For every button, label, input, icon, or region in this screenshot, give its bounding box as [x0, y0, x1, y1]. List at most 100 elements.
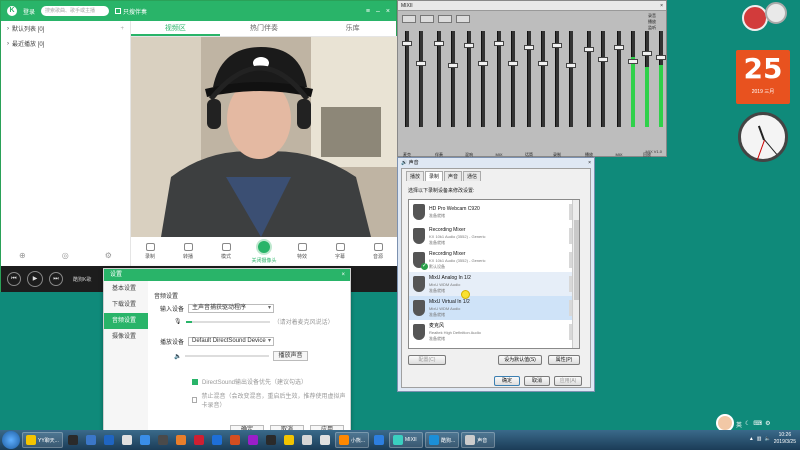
nav-audio[interactable]: 音频设置 [104, 313, 148, 329]
device-item[interactable]: MixU Virtual In 1/2 MixU WDM Audio 准备就绪 [409, 296, 579, 320]
taskbar-item[interactable] [119, 432, 135, 448]
device-item[interactable]: MixU Analog In 1/2 MixU WDM Audio 准备就绪 [409, 272, 579, 296]
taskbar-item[interactable] [281, 432, 297, 448]
taskbar-item[interactable] [263, 432, 279, 448]
taskbar-item[interactable] [101, 432, 117, 448]
cancel-button[interactable]: 取消 [524, 376, 550, 386]
assistant-bubble-icon[interactable] [765, 2, 787, 24]
only-companion-option[interactable]: 只搜伴奏 [115, 7, 147, 16]
tab-recording[interactable]: 录制 [425, 171, 444, 181]
menu-icon[interactable]: ≡ [366, 8, 370, 15]
notification-bubble-icon[interactable] [742, 5, 768, 31]
close-icon[interactable]: × [588, 158, 591, 168]
taskbar-clock[interactable]: 10:26 2019/3/25 [774, 432, 796, 446]
effects-tool[interactable]: 特效 [283, 237, 321, 266]
taskbar-item[interactable] [173, 432, 189, 448]
fader-knob[interactable] [448, 63, 458, 68]
settings-icon[interactable]: ⚙ [105, 251, 112, 260]
play-icon[interactable]: ▶ [27, 271, 43, 287]
close-icon[interactable]: × [341, 269, 345, 281]
play-test-button[interactable]: 播放声音 [273, 351, 308, 361]
taskbar-item[interactable] [371, 432, 387, 448]
settings-icon[interactable]: ⚙ [765, 420, 770, 429]
playlist-default[interactable]: › 默认列表 [0] + [1, 21, 130, 36]
subtitle-tool[interactable]: 字幕 [321, 237, 359, 266]
fader-knob[interactable] [416, 61, 426, 66]
set-default-button[interactable]: 设为默认值(S) [498, 355, 542, 365]
taskbar-item[interactable] [83, 432, 99, 448]
tab-playback[interactable]: 播放 [406, 171, 425, 181]
taskbar-item[interactable] [191, 432, 207, 448]
device-item[interactable]: Recording MixerKX 10k1 Audio (3552) - Ge… [409, 248, 579, 272]
device-item[interactable]: HD Pro Webcam C920 准备就绪 [409, 200, 579, 224]
device-item[interactable]: Recording MixerKX 10k1 Audio (3552) - Ge… [409, 224, 579, 248]
fader-knob[interactable] [464, 43, 474, 48]
ok-button[interactable]: 确定 [494, 376, 520, 386]
directsound-checkbox[interactable] [192, 378, 198, 385]
taskbar-item[interactable] [227, 432, 243, 448]
taskbar-item[interactable] [65, 432, 81, 448]
fader-knob[interactable] [642, 51, 652, 56]
taskbar-item[interactable] [299, 432, 315, 448]
apply-button[interactable]: 应用(A) [554, 376, 582, 386]
device-list-scrollbar[interactable] [572, 200, 579, 348]
scrollbar-thumb[interactable] [574, 220, 579, 300]
no-mix-checkbox[interactable] [192, 397, 198, 403]
taskbar-item[interactable]: 小熊... [334, 432, 370, 448]
fader-knob[interactable] [478, 61, 488, 66]
fader-knob[interactable] [628, 59, 638, 64]
taskbar-item[interactable]: 酷狗... [425, 432, 460, 448]
taskbar-item[interactable]: 声音 [461, 432, 496, 448]
locate-icon[interactable]: ◎ [62, 251, 69, 260]
tab-library[interactable]: 乐库 [308, 21, 397, 36]
fader-knob[interactable] [434, 41, 444, 46]
properties-button[interactable]: 属性(P) [548, 355, 580, 365]
volume-icon[interactable]: 🔈 [765, 436, 771, 442]
taskbar-item[interactable] [209, 432, 225, 448]
add-circle-icon[interactable]: ⊕ [19, 251, 26, 260]
taskbar-item[interactable] [155, 432, 171, 448]
fader-knob[interactable] [524, 45, 534, 50]
taskbar-item[interactable]: YY聊天... [22, 432, 63, 448]
input-method-icon[interactable]: 英 [736, 420, 742, 429]
moon-icon[interactable]: ☾ [745, 420, 750, 429]
input-device-select[interactable]: 主声音捕获驱动程序 [188, 304, 275, 313]
tab-hot-companion[interactable]: 热门伴奏 [220, 21, 309, 36]
taskbar-item[interactable] [245, 432, 261, 448]
nav-basic[interactable]: 基本设置 [104, 281, 148, 297]
relay-tool[interactable]: 转播 [169, 237, 207, 266]
next-icon[interactable]: ⏭ [49, 272, 63, 286]
taskbar-item[interactable]: MIXII [389, 432, 424, 448]
clock-gadget[interactable] [738, 112, 788, 162]
configure-button[interactable]: 配置(C) [408, 355, 446, 365]
fader-knob[interactable] [614, 45, 624, 50]
tray-arrow-icon[interactable]: ▲ [749, 436, 754, 442]
fader-knob[interactable] [508, 61, 518, 66]
fader-knob[interactable] [566, 63, 576, 68]
fader-knob[interactable] [656, 55, 666, 60]
start-button[interactable] [2, 431, 20, 449]
output-device-select[interactable]: Default DirectSound Device [188, 337, 275, 346]
close-icon[interactable]: × [386, 8, 390, 15]
login-link[interactable]: 登录 [23, 7, 35, 16]
taskbar-item[interactable] [317, 432, 333, 448]
keyboard-icon[interactable]: ⌨ [753, 420, 762, 429]
add-icon[interactable]: + [120, 26, 124, 32]
output-volume-slider[interactable] [185, 355, 270, 357]
fader-knob[interactable] [538, 61, 548, 66]
taskbar-item[interactable] [137, 432, 153, 448]
nav-download[interactable]: 下载设置 [104, 297, 148, 313]
nav-camera[interactable]: 摄像设置 [104, 329, 148, 345]
mode-tool[interactable]: 模式 [207, 237, 245, 266]
playlist-recent[interactable]: › 最近播放 [0] [1, 36, 130, 51]
tab-video[interactable]: 视频区 [131, 21, 220, 36]
minimize-icon[interactable]: – [376, 8, 380, 15]
close-icon[interactable]: × [660, 1, 663, 11]
fader-knob[interactable] [598, 57, 608, 62]
network-icon[interactable]: ▥ [757, 436, 762, 442]
search-input[interactable]: 搜索歌曲、歌手或主播 [41, 6, 110, 16]
tab-sounds[interactable]: 声音 [444, 171, 463, 181]
close-camera-button[interactable]: 关闭摄像头 [245, 237, 283, 266]
fader-knob[interactable] [584, 47, 594, 52]
calendar-gadget[interactable]: 25 2019 三月 [736, 50, 790, 104]
